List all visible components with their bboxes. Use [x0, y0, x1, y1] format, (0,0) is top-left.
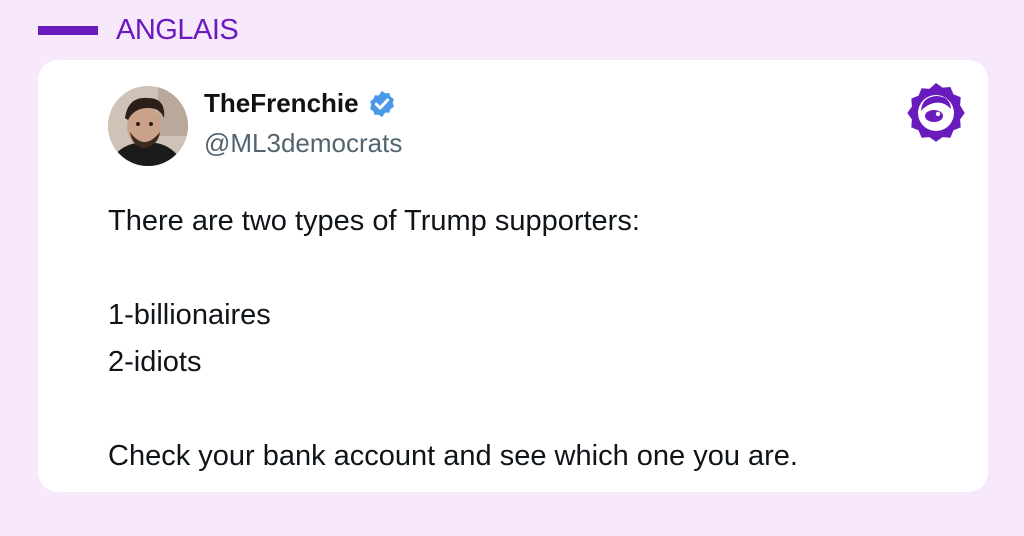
- author-display-name[interactable]: TheFrenchie: [204, 88, 359, 119]
- tweet-line: 2-idiots: [108, 346, 202, 378]
- tweet-line: 1-billionaires: [108, 299, 271, 331]
- tweet-line: Check your bank account and see which on…: [108, 440, 798, 472]
- tweet-text: There are two types of Trump supporters:…: [108, 198, 968, 480]
- verified-badge-icon: [369, 90, 394, 117]
- language-label: ANGLAIS: [116, 14, 239, 46]
- brand-logo-icon: [907, 83, 965, 142]
- tweet-card: TheFrenchie @ML3democrats There are two …: [38, 60, 988, 492]
- avatar-photo: [108, 86, 188, 166]
- header-accent-bar: [38, 26, 98, 35]
- author-avatar[interactable]: [108, 86, 188, 166]
- author-handle[interactable]: @ML3democrats: [204, 128, 402, 159]
- tweet-line: [108, 245, 968, 292]
- tweet-line: [108, 386, 968, 433]
- tweet-line: There are two types of Trump supporters:: [108, 205, 640, 237]
- author-name-row: TheFrenchie: [204, 88, 397, 119]
